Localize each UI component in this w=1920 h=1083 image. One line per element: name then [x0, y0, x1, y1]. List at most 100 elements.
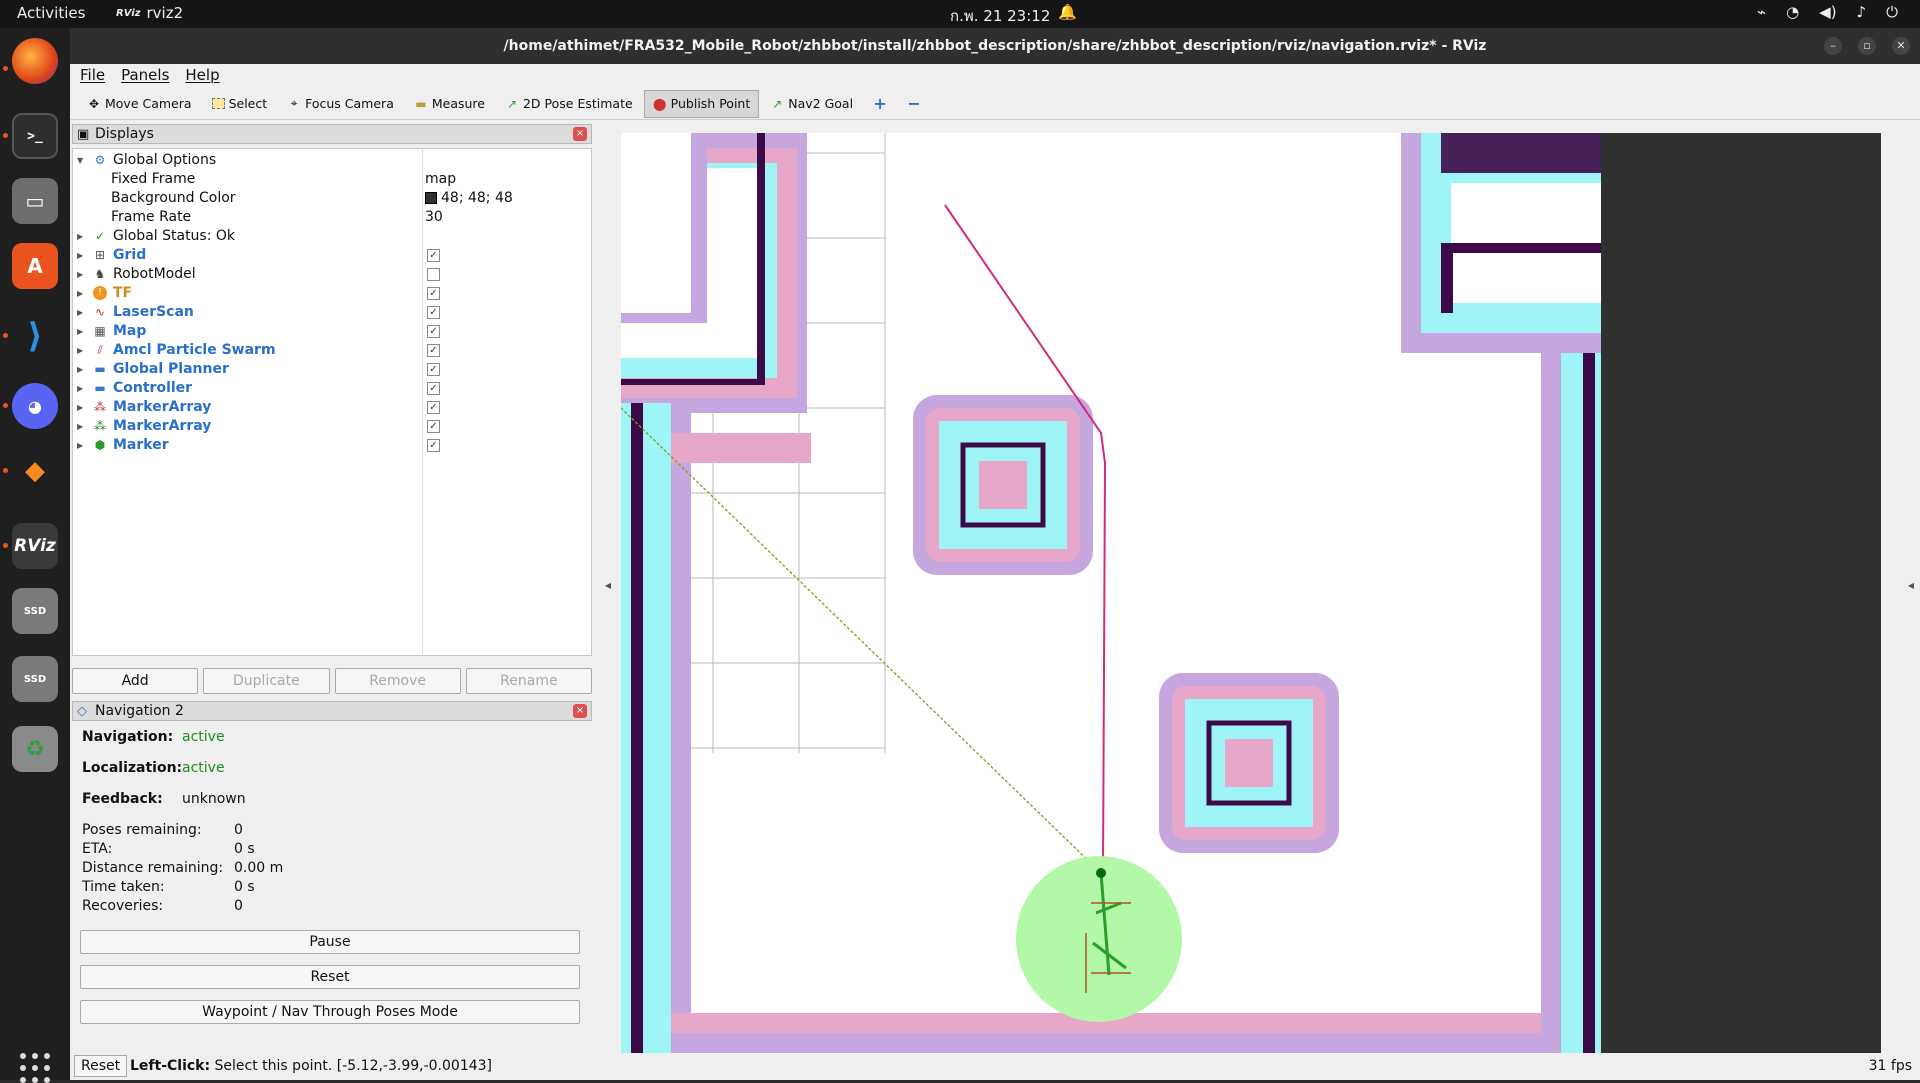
- pose-estimate-tool[interactable]: ↗ 2D Pose Estimate: [496, 90, 642, 118]
- tree-row-controller[interactable]: ▶ ▬ Controller ✓: [73, 379, 591, 398]
- recoveries-row: Recoveries: 0: [82, 898, 243, 914]
- color-swatch[interactable]: [425, 192, 437, 204]
- maximize-icon[interactable]: ▫: [1858, 37, 1876, 55]
- ssd-drive-icon-2[interactable]: SSD: [12, 656, 58, 702]
- close-icon[interactable]: ✕: [1892, 37, 1910, 55]
- minimize-icon[interactable]: –: [1824, 37, 1842, 55]
- minus-icon: −: [907, 94, 921, 113]
- tree-row-markerarray-1[interactable]: ▶ ⁂ MarkerArray ✓: [73, 398, 591, 417]
- clock[interactable]: ก.พ. 21 23:12: [950, 4, 1050, 28]
- tree-row-global-status[interactable]: ▶ ✓ Global Status: Ok: [73, 227, 591, 246]
- system-tray[interactable]: ⌁ ◔ ◀) ♪ ⏻: [1757, 3, 1898, 21]
- duplicate-display-button[interactable]: Duplicate: [203, 668, 330, 694]
- publish-point-tool[interactable]: ⬤ Publish Point: [643, 89, 760, 118]
- rename-display-button[interactable]: Rename: [465, 668, 592, 694]
- tf-checkbox[interactable]: ✓: [427, 287, 440, 300]
- robot-footprint: [1016, 856, 1182, 1022]
- ssd-drive-icon[interactable]: SSD: [12, 588, 58, 634]
- panel-close-icon[interactable]: ×: [573, 127, 587, 141]
- tree-row-amcl-particle-swarm[interactable]: ▶ ⫽ Amcl Particle Swarm ✓: [73, 341, 591, 360]
- tree-row-background-color[interactable]: Background Color 48; 48; 48: [73, 189, 591, 208]
- map-checkbox[interactable]: ✓: [427, 325, 440, 338]
- measure-tool[interactable]: ▬ Measure: [405, 90, 494, 118]
- add-tool-button[interactable]: +: [864, 90, 896, 118]
- app-name: rviz2: [146, 4, 184, 22]
- software-center-icon[interactable]: A: [12, 243, 58, 289]
- markerarray-2-checkbox[interactable]: ✓: [427, 420, 440, 433]
- move-camera-tool[interactable]: ✥ Move Camera: [78, 90, 201, 118]
- status-message: Left-Click: Select this point. [-5.12,-3…: [130, 1058, 493, 1074]
- vscode-icon[interactable]: ⟩: [12, 313, 58, 359]
- tree-row-robotmodel[interactable]: ▶ ♞ RobotModel: [73, 265, 591, 284]
- files-icon[interactable]: ▭: [12, 178, 58, 224]
- power-icon[interactable]: ⏻: [1886, 3, 1898, 21]
- focus-camera-tool[interactable]: ⌖ Focus Camera: [278, 90, 403, 118]
- sublime-icon[interactable]: ◆: [12, 448, 58, 494]
- wifi-icon[interactable]: ◔: [1786, 3, 1799, 21]
- app-menu[interactable]: RViz rviz2: [116, 4, 183, 22]
- collapse-arrow-icon[interactable]: ▼: [77, 151, 83, 170]
- menu-panels[interactable]: Panels: [121, 64, 169, 86]
- gnome-top-bar: Activities RViz rviz2 ก.พ. 21 23:12 🔔 ⌁ …: [0, 0, 1920, 28]
- grid-checkbox[interactable]: ✓: [427, 249, 440, 262]
- particle-swarm-icon: ⫽: [97, 343, 103, 357]
- menu-help[interactable]: Help: [185, 64, 219, 86]
- global-planner-checkbox[interactable]: ✓: [427, 363, 440, 376]
- folder-icon: ▬: [94, 381, 106, 395]
- tree-row-map[interactable]: ▶ ▦ Map ✓: [73, 322, 591, 341]
- remove-tool-button[interactable]: −: [898, 90, 930, 118]
- move-camera-icon: ✥: [88, 96, 100, 111]
- rviz-dock-icon[interactable]: RViz: [12, 523, 58, 569]
- tree-row-marker[interactable]: ▶ ⬢ Marker ✓: [73, 436, 591, 455]
- panel-close-icon[interactable]: ×: [573, 704, 587, 718]
- window-titlebar[interactable]: /home/athimet/FRA532_Mobile_Robot/zhbbot…: [70, 28, 1920, 64]
- add-display-button[interactable]: Add: [72, 668, 199, 694]
- displays-panel-header[interactable]: ▣ Displays ×: [72, 124, 592, 144]
- robotmodel-checkbox[interactable]: [427, 268, 440, 281]
- map-icon: ▦: [94, 324, 106, 338]
- firefox-icon[interactable]: [12, 38, 58, 84]
- status-reset-button[interactable]: Reset: [74, 1055, 128, 1077]
- amcl-checkbox[interactable]: ✓: [427, 344, 440, 357]
- marker-checkbox[interactable]: ✓: [427, 439, 440, 452]
- tree-row-laserscan[interactable]: ▶ ∿ LaserScan ✓: [73, 303, 591, 322]
- volume-icon[interactable]: ◀): [1819, 3, 1836, 21]
- check-icon: ✓: [94, 229, 106, 243]
- select-tool[interactable]: Select: [203, 90, 277, 118]
- tree-row-global-options[interactable]: ▼ ⚙ Global Options: [73, 151, 591, 170]
- tree-row-global-planner[interactable]: ▶ ▬ Global Planner ✓: [73, 360, 591, 379]
- right-splitter-handle[interactable]: ◀: [1904, 124, 1918, 1048]
- notification-bell-icon[interactable]: 🔔: [1058, 3, 1077, 21]
- navigation-panel: Navigation: active Localization:active Fe…: [72, 718, 592, 1048]
- nav2-goal-tool[interactable]: ↗ Nav2 Goal: [761, 90, 862, 118]
- laserscan-checkbox[interactable]: ✓: [427, 306, 440, 319]
- trash-icon[interactable]: ♻: [12, 726, 58, 772]
- activities-button[interactable]: Activities: [17, 4, 85, 22]
- nav-status-row: Navigation: active: [82, 729, 225, 745]
- tree-row-tf[interactable]: ▶ ! TF ✓: [73, 284, 591, 303]
- microphone-icon[interactable]: ♪: [1857, 3, 1867, 21]
- remove-display-button[interactable]: Remove: [334, 668, 461, 694]
- tree-row-fixed-frame[interactable]: Fixed Frame map: [73, 170, 591, 189]
- tree-row-grid[interactable]: ▶ ⊞ Grid ✓: [73, 246, 591, 265]
- game-controller-icon[interactable]: ⌁: [1757, 3, 1766, 21]
- tree-row-markerarray-2[interactable]: ▶ ⁂ MarkerArray ✓: [73, 417, 591, 436]
- laser-scan-icon: ∿: [94, 305, 106, 319]
- loc-status-row: Localization:active: [82, 760, 225, 776]
- expand-arrow-icon[interactable]: ▶: [77, 227, 83, 246]
- markerarray-1-checkbox[interactable]: ✓: [427, 401, 440, 414]
- controller-checkbox[interactable]: ✓: [427, 382, 440, 395]
- render-viewport[interactable]: [621, 133, 1881, 1053]
- discord-icon[interactable]: ◕: [12, 383, 58, 429]
- show-apps-icon[interactable]: [20, 1053, 50, 1083]
- distance-remaining-row: Distance remaining: 0.00 m: [82, 860, 284, 876]
- left-splitter-handle[interactable]: ◀: [601, 124, 615, 1048]
- map-pin-icon: ⬤: [652, 96, 667, 111]
- waypoint-mode-button[interactable]: Waypoint / Nav Through Poses Mode: [80, 1000, 580, 1024]
- tree-row-frame-rate[interactable]: Frame Rate 30: [73, 208, 591, 227]
- reset-nav-button[interactable]: Reset: [80, 965, 580, 989]
- monitor-icon: ▣: [77, 127, 90, 142]
- terminal-icon[interactable]: >_: [12, 113, 58, 159]
- pause-button[interactable]: Pause: [80, 930, 580, 954]
- menu-file[interactable]: File: [80, 64, 105, 86]
